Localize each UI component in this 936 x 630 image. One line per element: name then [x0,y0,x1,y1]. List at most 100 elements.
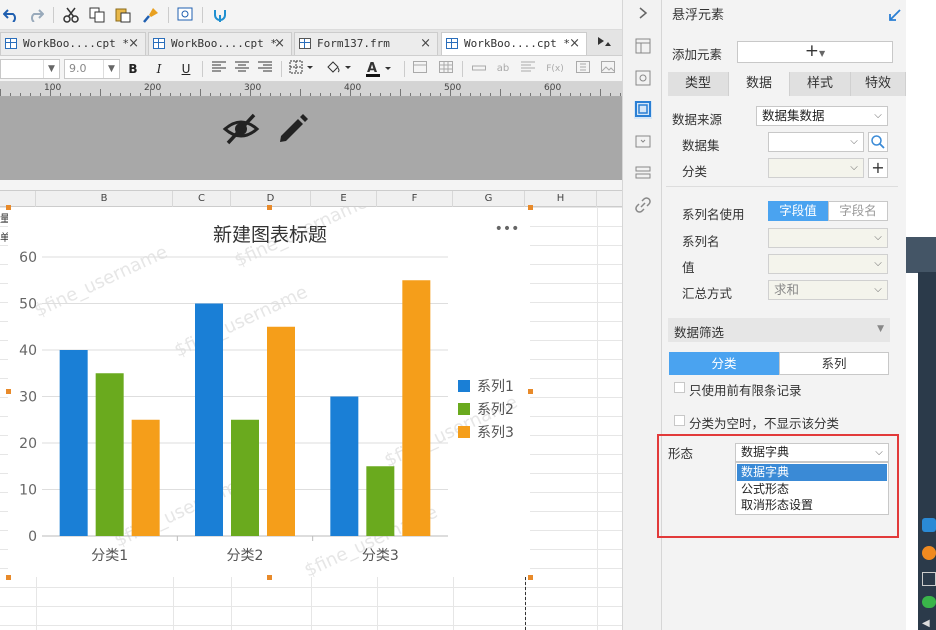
form-dropdown-list: 数据字典 公式形态 取消形态设置 [735,462,889,515]
close-icon[interactable]: × [569,33,580,55]
data-source-select[interactable]: 数据集数据 ⌵ [756,106,888,126]
column-header-h[interactable]: H [525,191,597,207]
bar [402,280,431,536]
window-icon[interactable] [922,572,936,586]
legend-label: 系列3 [477,425,514,441]
add-element-label: 添加元素 [672,47,723,62]
series-name-select[interactable]: ⌵ [768,228,888,248]
close-icon[interactable]: × [420,33,431,55]
chevron-down-icon: ⌵ [874,110,882,121]
collapse-icon[interactable] [634,6,652,24]
text-color-icon[interactable]: A [364,60,396,78]
font-family-select[interactable]: ▼ [0,59,60,79]
column-header-b[interactable]: B [36,191,173,207]
filter-tab-series[interactable]: 系列 [779,352,889,375]
copy-icon[interactable] [88,6,106,24]
form-select[interactable]: 数据字典 ⌵ [735,443,889,462]
bar [195,303,223,536]
tab-data[interactable]: 数据 [729,72,790,96]
edit-pencil-icon[interactable] [274,111,310,145]
y-tick-label: 10 [19,483,37,499]
tab-menu-icon[interactable] [596,34,614,52]
chart-menu-icon[interactable]: ••• [495,221,520,237]
chart-link-icon[interactable] [211,6,229,24]
chat-icon[interactable] [922,596,936,608]
x-tick-label: 分类1 [91,548,128,564]
formula-icon[interactable]: F(x) [543,60,567,78]
sound-icon[interactable]: ◀ [922,618,936,630]
cell-attribute-icon[interactable] [634,38,652,56]
y-tick-label: 30 [19,390,37,406]
chart-title: 新建图表标题 [213,224,327,246]
expand-arrow-icon[interactable] [888,8,902,22]
cell-element-icon[interactable] [634,70,652,88]
series-name-field-name[interactable]: 字段名 [828,201,888,221]
cut-icon[interactable] [62,6,80,24]
underline-button[interactable]: U [177,60,195,78]
list-icon[interactable] [519,60,537,78]
merge-icon[interactable] [411,60,429,78]
value-select[interactable]: ⌵ [768,254,888,274]
search-icon[interactable] [868,132,888,152]
form-option-formula[interactable]: 公式形态 [737,481,887,498]
align-center-icon[interactable] [233,60,251,78]
tab-form137[interactable]: Form137.frm × [294,32,438,55]
column-header-c[interactable]: C [173,191,231,207]
bar [59,350,88,536]
tab-workbook-2[interactable]: WorkBoo....cpt * × [148,32,292,55]
tab-type[interactable]: 类型 [668,72,729,96]
tab-workbook-3[interactable]: WorkBoo....cpt * × [441,32,587,55]
font-size-select[interactable]: 9.0 ▼ [64,59,120,79]
form-option-dictionary[interactable]: 数据字典 [737,464,887,481]
collapse-triangle-icon: ▼ [877,324,884,334]
italic-button[interactable]: I [150,60,168,78]
dataset-select[interactable]: ⌵ [768,132,864,152]
column-header-g[interactable]: G [453,191,525,207]
hide-eye-icon[interactable] [222,111,260,147]
align-right-icon[interactable] [256,60,274,78]
limit-records-checkbox[interactable] [674,382,685,393]
widget-icon[interactable] [634,133,652,151]
close-icon[interactable]: × [274,33,285,55]
series-name-field-value[interactable]: 字段值 [768,201,828,221]
insert-column-icon[interactable] [574,60,592,78]
app-icon[interactable] [922,518,936,532]
filter-tab-category[interactable]: 分类 [669,352,779,375]
hide-empty-category-checkbox[interactable] [674,415,685,426]
x-tick-label: 分类2 [227,548,264,564]
condition-icon[interactable] [634,165,652,183]
column-header-e[interactable]: E [311,191,377,207]
border-icon[interactable] [287,60,317,78]
align-left-icon[interactable] [210,60,228,78]
hyperlink-icon[interactable] [634,197,652,215]
format-painter-icon[interactable] [142,6,160,24]
text-ab-icon[interactable]: ab [494,60,512,78]
preview-icon[interactable] [176,6,194,24]
data-filter-header[interactable]: 数据筛选 ▼ [668,318,890,342]
format-toolbar: ▼ 9.0 ▼ B I U A ab F(x) [0,56,622,82]
chart-container[interactable]: $fine_username $fine_username $fine_userna… [8,192,530,582]
y-tick-label: 40 [19,343,37,359]
image-icon[interactable] [599,60,617,78]
tab-style[interactable]: 样式 [790,72,851,96]
summary-select[interactable]: 求和 ⌵ [768,280,888,300]
paste-icon[interactable] [114,6,132,24]
y-tick-label: 50 [19,297,37,313]
bold-button[interactable]: B [124,60,142,78]
close-icon[interactable]: × [128,33,139,55]
insert-row-icon[interactable] [470,60,488,78]
category-select[interactable]: ⌵ [768,158,864,178]
fill-color-icon[interactable] [324,60,356,78]
app-icon[interactable] [922,546,936,560]
undo-icon[interactable] [2,6,20,24]
add-category-icon[interactable]: + [868,158,888,178]
tab-effect[interactable]: 特效 [851,72,906,96]
redo-icon[interactable] [27,6,45,24]
column-header-f[interactable]: F [377,191,453,207]
grid-icon[interactable] [437,60,455,78]
tab-workbook-1[interactable]: WorkBoo....cpt * × [0,32,146,55]
float-element-icon[interactable] [634,101,652,119]
add-element-button[interactable]: +▼ [737,41,893,63]
form-option-cancel[interactable]: 取消形态设置 [737,497,887,514]
legend-swatch [458,380,470,392]
